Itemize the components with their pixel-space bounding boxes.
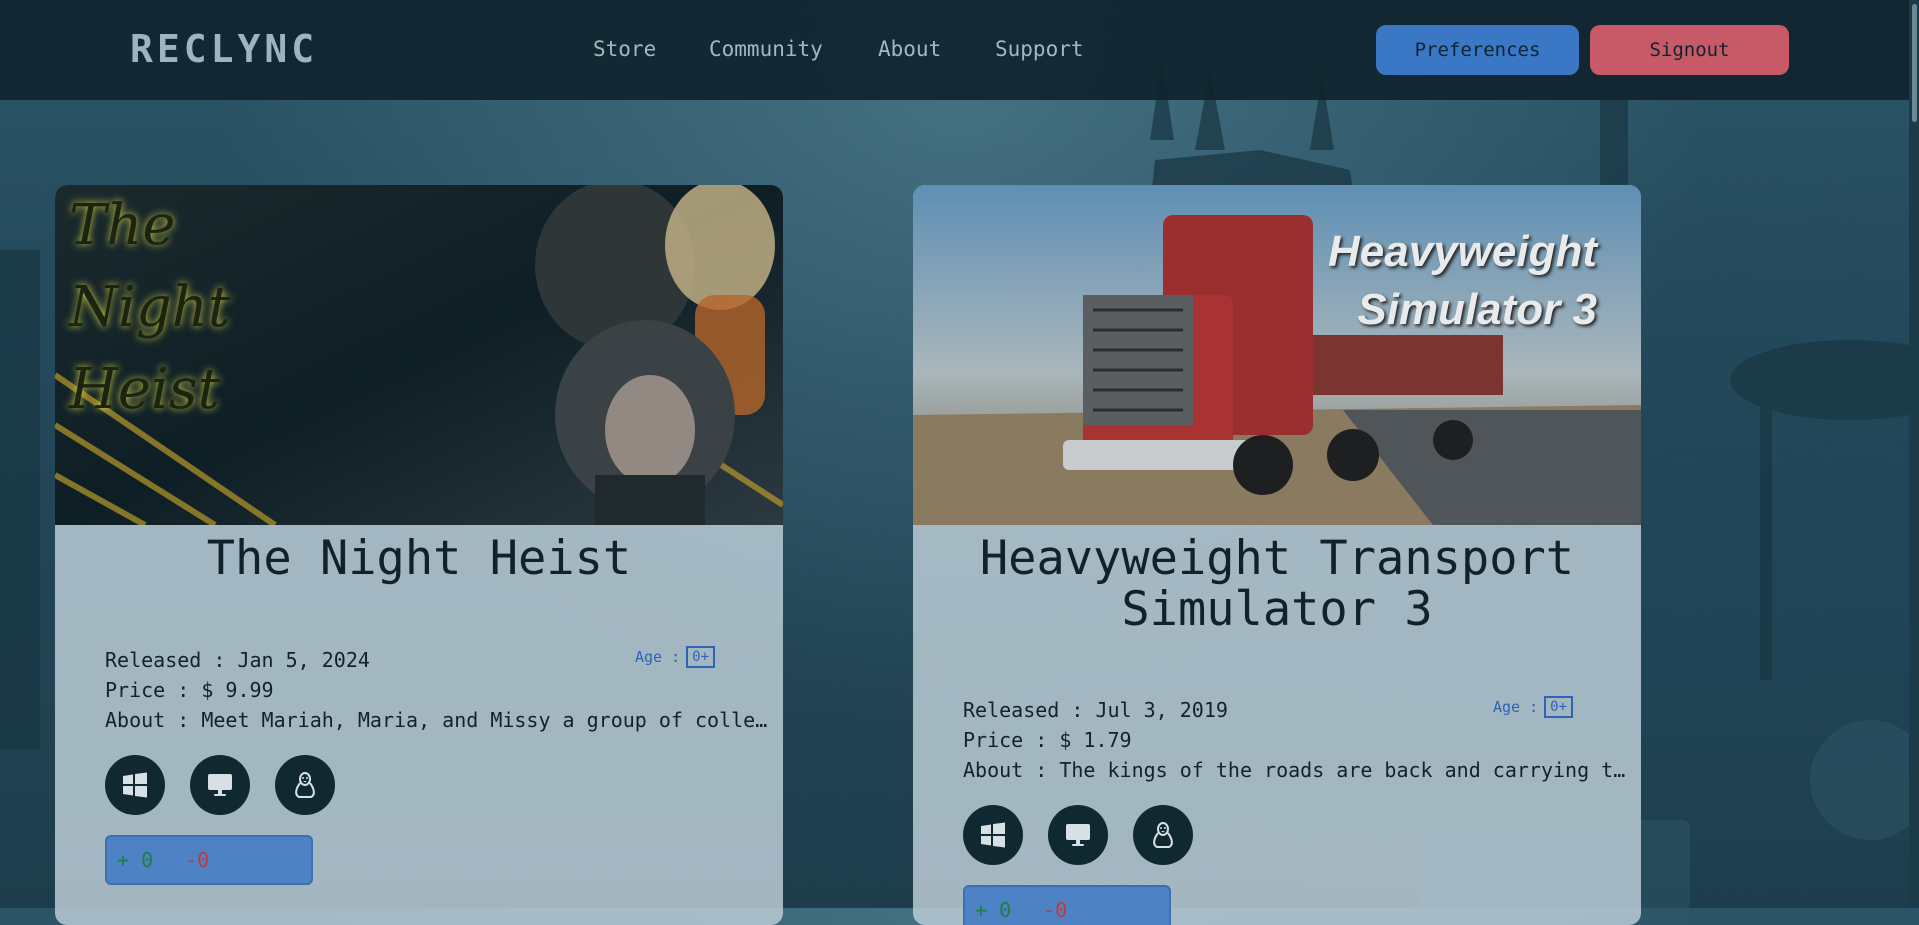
upvote-button[interactable]: + 0 — [117, 848, 153, 872]
about-text: About : Meet Mariah, Maria, and Missy a … — [105, 708, 768, 732]
preferences-button[interactable]: Preferences — [1376, 25, 1579, 75]
desktop-icon — [190, 755, 250, 815]
desktop-icon — [1048, 805, 1108, 865]
nav-link-support[interactable]: Support — [995, 37, 1084, 61]
brand-logo[interactable]: RECLYNC — [130, 27, 318, 71]
linux-icon — [275, 755, 335, 815]
age-label: Age : — [1493, 698, 1539, 716]
age-value-badge: 0+ — [686, 646, 716, 668]
age-rating: Age : 0+ — [1493, 696, 1574, 718]
game-card[interactable]: Heavyweight Simulator 3 Heavyweight Tran… — [913, 185, 1641, 925]
top-navbar: RECLYNC Store Community About Support Pr… — [0, 0, 1919, 100]
release-date: Released : Jul 3, 2019 — [963, 698, 1228, 722]
game-title[interactable]: The Night Heist — [55, 533, 783, 584]
cover-title-art: The Night Heist — [69, 185, 230, 431]
nav-link-community[interactable]: Community — [709, 37, 823, 61]
price: Price : $ 1.79 — [963, 728, 1132, 752]
nav-link-about[interactable]: About — [878, 37, 941, 61]
game-cover-image[interactable]: The Night Heist — [55, 185, 783, 525]
downvote-button[interactable]: -0 — [1043, 898, 1067, 922]
vote-box: + 0 -0 — [963, 885, 1171, 925]
scrollbar-thumb[interactable] — [1912, 4, 1917, 122]
cover-title-art: Heavyweight Simulator 3 — [1328, 223, 1597, 339]
windows-icon — [963, 805, 1023, 865]
upvote-button[interactable]: + 0 — [975, 898, 1011, 922]
cover-text-line: The — [69, 193, 176, 258]
release-date: Released : Jan 5, 2024 — [105, 648, 370, 672]
game-cover-image[interactable]: Heavyweight Simulator 3 — [913, 185, 1641, 525]
nav-link-store[interactable]: Store — [593, 37, 656, 61]
about-text: About : The kings of the roads are back … — [963, 758, 1626, 782]
cover-text-line: Heavyweight — [1328, 227, 1597, 276]
game-title[interactable]: Heavyweight Transport Simulator 3 — [913, 533, 1641, 635]
windows-icon — [105, 755, 165, 815]
cover-text-line: Simulator 3 — [1357, 285, 1597, 334]
price: Price : $ 9.99 — [105, 678, 274, 702]
page-scrollbar[interactable] — [1909, 0, 1919, 908]
age-label: Age : — [635, 648, 681, 666]
signout-button[interactable]: Signout — [1590, 25, 1789, 75]
game-card[interactable]: The Night Heist The Night Heist Age : 0+… — [55, 185, 783, 925]
age-value-badge: 0+ — [1544, 696, 1574, 718]
cover-text-line: Night — [69, 275, 231, 340]
downvote-button[interactable]: -0 — [185, 848, 209, 872]
linux-icon — [1133, 805, 1193, 865]
cover-text-line: Heist — [69, 357, 221, 422]
age-rating: Age : 0+ — [635, 646, 716, 668]
vote-box: + 0 -0 — [105, 835, 313, 885]
